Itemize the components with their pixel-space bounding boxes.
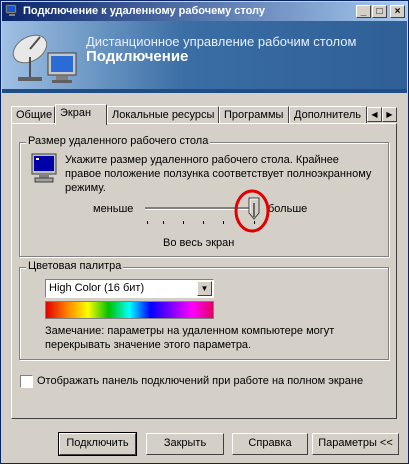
color-depth-select[interactable]: High Color (16 бит) ▼ xyxy=(45,279,214,298)
screen-size-value: Во весь экран xyxy=(163,237,235,249)
tab-display[interactable]: Экран xyxy=(55,104,107,125)
connection-bar-checkbox[interactable] xyxy=(20,375,33,388)
minimize-button[interactable]: _ xyxy=(356,5,371,18)
connection-bar-label[interactable]: Отображать панель подключений при работе… xyxy=(37,375,363,387)
connect-button[interactable]: Подключить xyxy=(58,432,137,456)
options-button[interactable]: Параметры << xyxy=(312,433,399,455)
screen-size-legend: Размер удаленного рабочего стола xyxy=(26,135,211,147)
close-dialog-button[interactable]: Закрыть xyxy=(146,433,224,455)
tab-advanced[interactable]: Дополнитель xyxy=(289,106,367,124)
chevron-down-icon[interactable]: ▼ xyxy=(197,281,212,296)
screen-size-description: Укажите размер удаленного рабочего стола… xyxy=(65,154,372,194)
tab-general[interactable]: Общие xyxy=(11,106,55,124)
satellite-monitor-icon xyxy=(12,34,77,83)
rdp-window: Подключение к удаленному рабочему столу … xyxy=(0,0,409,464)
tab-local-resources[interactable]: Локальные ресурсы xyxy=(107,106,219,124)
window-title: Подключение к удаленному рабочему столу xyxy=(23,5,266,17)
title-bar[interactable]: Подключение к удаленному рабочему столу … xyxy=(2,2,407,21)
header-banner: Дистанционное управление рабочим столом … xyxy=(2,21,407,93)
tab-scroll-right-button[interactable]: ▶ xyxy=(382,107,397,122)
color-palette-note: Замечание: параметры на удаленном компью… xyxy=(45,325,335,351)
color-spectrum-preview xyxy=(45,301,214,319)
remote-desktop-icon xyxy=(5,4,17,16)
slider-max-label: больше xyxy=(268,203,308,215)
monitor-icon xyxy=(31,153,57,183)
tab-strip: Общие Экран Локальные ресурсы Программы … xyxy=(11,104,398,125)
slider-min-label: меньше xyxy=(93,203,134,215)
tab-scroll-left-button[interactable]: ◀ xyxy=(367,107,382,122)
color-palette-legend: Цветовая палитра xyxy=(26,260,124,272)
maximize-button[interactable]: □ xyxy=(372,5,387,18)
help-button[interactable]: Справка xyxy=(232,433,308,455)
annotation-circle xyxy=(234,189,270,233)
close-button[interactable]: × xyxy=(390,5,405,18)
banner-divider xyxy=(2,89,407,93)
banner-subtitle: Дистанционное управление рабочим столом xyxy=(86,34,357,49)
color-depth-value: High Color (16 бит) xyxy=(49,282,145,294)
tab-programs[interactable]: Программы xyxy=(219,106,289,124)
banner-title: Подключение xyxy=(86,48,189,65)
